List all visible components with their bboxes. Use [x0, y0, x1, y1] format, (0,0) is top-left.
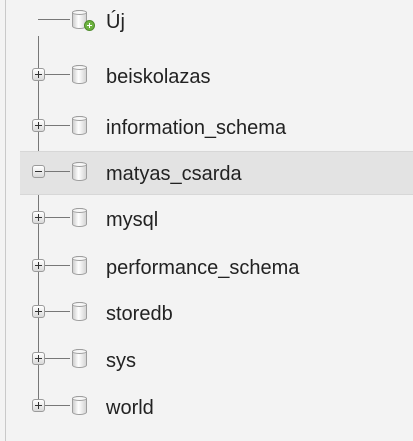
- database-item-matyas-csarda[interactable]: matyas_csarda: [20, 151, 413, 195]
- database-item-sys[interactable]: sys: [20, 339, 413, 383]
- database-icon: [72, 162, 87, 181]
- database-icon: [72, 302, 87, 321]
- expand-icon[interactable]: [32, 119, 45, 132]
- database-label: information_schema: [106, 117, 287, 139]
- tree-connector: [45, 74, 70, 75]
- database-icon: [72, 65, 87, 84]
- database-item-world[interactable]: world: [20, 386, 413, 430]
- database-item-performance-schema[interactable]: performance_schema: [20, 246, 413, 290]
- database-label: storedb: [106, 303, 173, 325]
- database-item-information-schema[interactable]: information_schema: [20, 106, 413, 150]
- expand-icon[interactable]: [32, 352, 45, 365]
- database-icon: [72, 396, 87, 415]
- expand-icon[interactable]: [32, 68, 45, 81]
- tree-connector: [45, 405, 70, 406]
- tree-connector: [45, 311, 70, 312]
- database-label: world: [106, 397, 154, 419]
- database-navigation-panel: Új beiskolazas information_schema matyas…: [0, 0, 413, 441]
- expand-icon[interactable]: [32, 211, 45, 224]
- database-icon: [72, 116, 87, 135]
- collapse-icon[interactable]: [32, 165, 45, 178]
- database-icon: [72, 208, 87, 227]
- database-icon: [72, 349, 87, 368]
- database-item-mysql[interactable]: mysql: [20, 198, 413, 242]
- tree-connector: [38, 19, 70, 20]
- tree-connector: [45, 217, 70, 218]
- expand-icon[interactable]: [32, 305, 45, 318]
- database-label: beiskolazas: [106, 66, 211, 88]
- tree-connector: [45, 265, 70, 266]
- panel-left-border: [5, 0, 6, 441]
- tree-connector: [45, 358, 70, 359]
- expand-icon[interactable]: [32, 399, 45, 412]
- new-database-item[interactable]: Új: [20, 0, 413, 44]
- database-item-beiskolazas[interactable]: beiskolazas: [20, 55, 413, 99]
- database-label: sys: [106, 350, 136, 372]
- database-label: mysql: [106, 209, 159, 231]
- database-label: performance_schema: [106, 257, 300, 279]
- tree-connector: [45, 125, 70, 126]
- expand-icon[interactable]: [32, 259, 45, 272]
- new-database-label: Új: [106, 11, 125, 33]
- database-icon: [72, 256, 87, 275]
- database-item-storedb[interactable]: storedb: [20, 292, 413, 336]
- tree-connector: [45, 171, 70, 172]
- plus-badge-icon: [84, 20, 95, 31]
- database-label: matyas_csarda: [106, 163, 242, 185]
